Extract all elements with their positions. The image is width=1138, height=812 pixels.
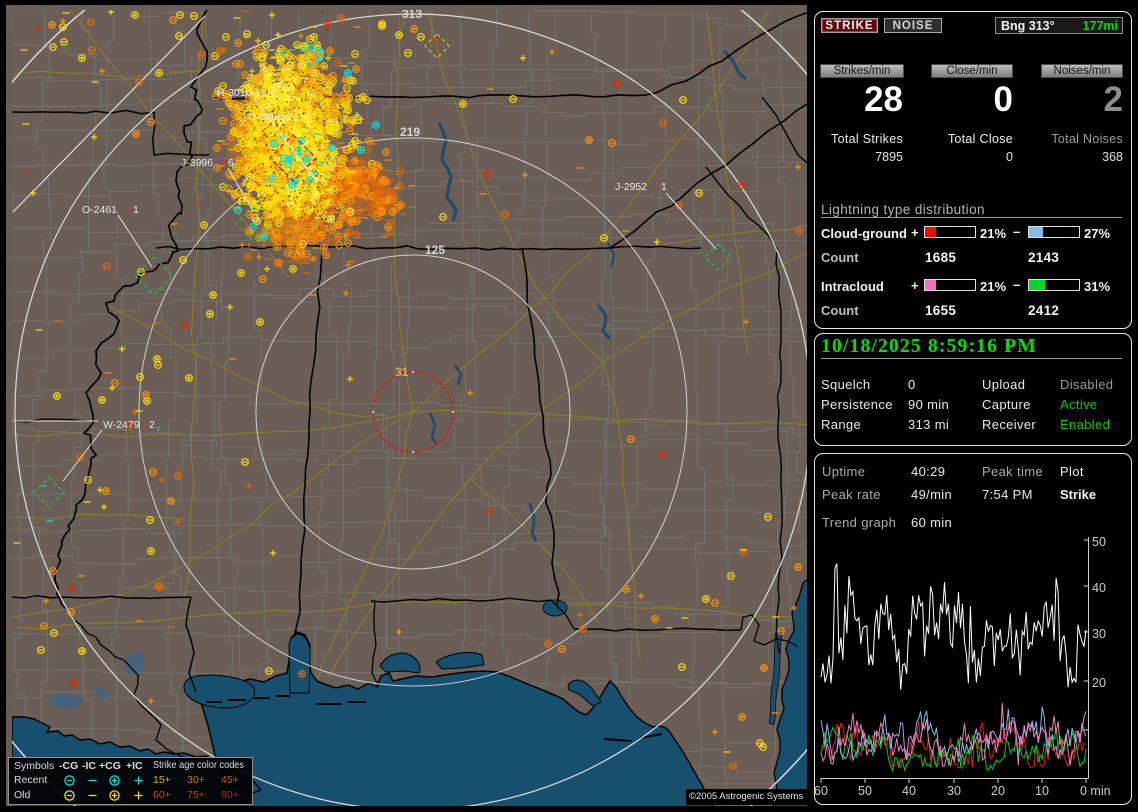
svg-text:40: 40 [1092, 581, 1106, 595]
svg-text:20: 20 [991, 784, 1005, 798]
svg-text:40: 40 [902, 784, 916, 798]
svg-text:20: 20 [1092, 676, 1106, 690]
svg-text:0 min: 0 min [1080, 784, 1111, 798]
svg-text:50: 50 [1092, 535, 1106, 549]
svg-text:50: 50 [858, 784, 872, 798]
svg-text:30: 30 [947, 784, 961, 798]
svg-text:60: 60 [814, 784, 828, 798]
svg-text:30: 30 [1092, 627, 1106, 641]
svg-text:10: 10 [1035, 784, 1049, 798]
